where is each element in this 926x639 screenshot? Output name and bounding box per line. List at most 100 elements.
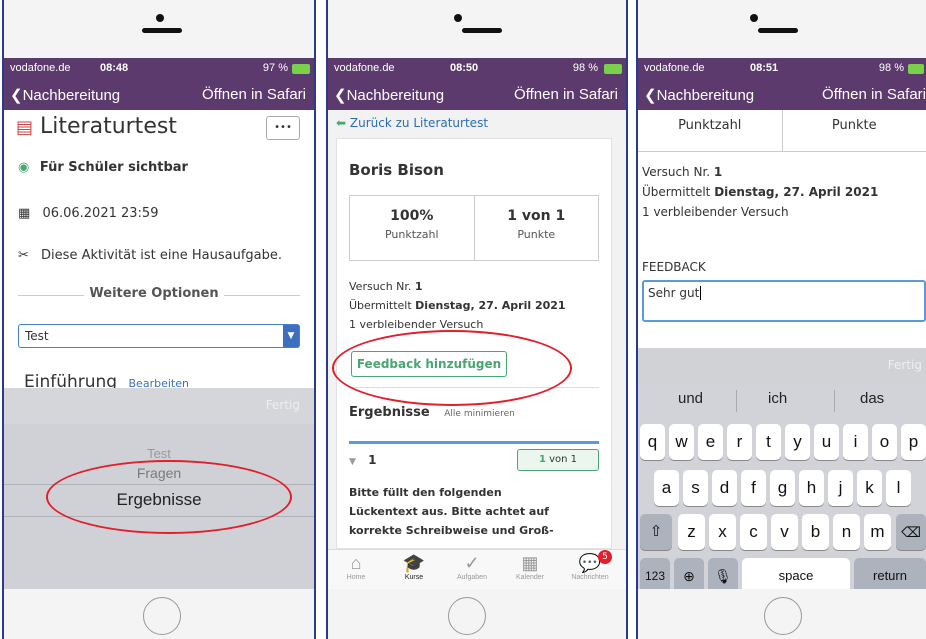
tab-home[interactable]: ⌂ Home — [330, 552, 382, 581]
key-k[interactable]: k — [857, 470, 882, 506]
tab-courses[interactable]: 🎓 Kurse — [388, 552, 440, 581]
page-content: Punktzahl Punkte Versuch Nr. 1 Übermitte… — [638, 110, 926, 589]
speaker — [142, 28, 182, 33]
back-button[interactable]: ❮Nachbereitung — [334, 86, 444, 104]
student-name: Boris Bison — [349, 161, 444, 179]
key-d[interactable]: d — [712, 470, 737, 506]
shift-key[interactable]: ⇧ — [640, 514, 672, 550]
key-h[interactable]: h — [799, 470, 824, 506]
score-points: 1 von 1 — [507, 208, 566, 224]
question-header[interactable]: ▼ 1 — [349, 453, 376, 467]
microphone-icon[interactable]: 🎙 — [708, 558, 738, 589]
suggestion[interactable]: und — [678, 390, 703, 407]
feedback-textarea[interactable]: Sehr gut — [642, 280, 926, 322]
done-button[interactable]: Fertig — [266, 398, 300, 412]
carrier: vodafone.de — [10, 62, 71, 74]
space-key[interactable]: space — [742, 558, 850, 589]
battery-percent: 97 % — [262, 62, 288, 74]
score-points-label: Punkte — [517, 228, 556, 241]
key-q[interactable]: q — [640, 424, 665, 460]
picker-option[interactable]: Test — [4, 446, 314, 461]
bottom-bezel — [638, 589, 926, 639]
results-heading: Ergebnisse Alle minimieren — [349, 405, 515, 420]
keyboard-accessory-bar: Fertig — [638, 348, 926, 382]
key-x[interactable]: x — [709, 514, 736, 550]
keyboard: und ich das qwertyuiop asdfghjkl zxcvbnm ⇧… — [638, 382, 926, 589]
score-box: 100% Punktzahl 1 von 1 Punkte — [349, 195, 599, 261]
top-bezel — [328, 0, 626, 56]
question-score-badge: 1 von 1 — [517, 449, 599, 471]
activity-select[interactable]: Test ▼ — [18, 324, 300, 348]
key-b[interactable]: b — [802, 514, 829, 550]
page-content: ▤ Literaturtest ••• ◉ Für Schüler sichtb… — [4, 110, 314, 589]
camera — [454, 14, 462, 22]
globe-icon[interactable]: ⊕ — [674, 558, 704, 589]
key-f[interactable]: f — [741, 470, 766, 506]
score-percent-label: Punktzahl — [384, 228, 439, 241]
key-a[interactable]: a — [654, 470, 679, 506]
clock: 08:48 — [100, 62, 129, 74]
attempt-info: Versuch Nr. 1 Übermittelt Dienstag, 27. … — [642, 162, 878, 222]
feedback-label: FEEDBACK — [642, 260, 706, 274]
suggestion[interactable]: ich — [768, 390, 787, 407]
open-in-safari-button[interactable]: Öffnen in Safari — [822, 86, 926, 103]
key-t[interactable]: t — [756, 424, 781, 460]
back-button[interactable]: ❮Nachbereitung — [644, 86, 754, 104]
homework-row: ✂ Diese Aktivität ist eine Hausaufgabe. — [18, 248, 283, 263]
key-l[interactable]: l — [886, 470, 911, 506]
home-button[interactable] — [764, 597, 802, 635]
key-w[interactable]: w — [669, 424, 694, 460]
delete-key[interactable]: ⌫ — [896, 514, 926, 550]
tab-bar: ⌂ Home 🎓 Kurse ✓ Aufgaben ▦ Kalender 💬 Nachri… — [328, 549, 626, 589]
highlight-circle — [332, 330, 572, 406]
score-percent: 100% — [390, 208, 434, 224]
home-button[interactable] — [143, 597, 181, 635]
key-v[interactable]: v — [771, 514, 798, 550]
open-in-safari-button[interactable]: Öffnen in Safari — [202, 86, 306, 103]
open-in-safari-button[interactable]: Öffnen in Safari — [514, 86, 618, 103]
key-g[interactable]: g — [770, 470, 795, 506]
quiz-icon: ▤ — [16, 117, 34, 138]
more-options-heading: Weitere Optionen — [84, 286, 224, 301]
carrier: vodafone.de — [644, 62, 705, 74]
top-bezel — [4, 0, 314, 56]
key-m[interactable]: m — [864, 514, 891, 550]
key-o[interactable]: o — [872, 424, 897, 460]
numbers-key[interactable]: 123 — [640, 558, 670, 589]
due-date-row: ▦ 06.06.2021 23:59 — [18, 206, 159, 221]
question-top-bar — [349, 441, 599, 444]
nav-bar: ❮Nachbereitung Öffnen in Safari — [328, 80, 626, 110]
carrier: vodafone.de — [334, 62, 395, 74]
tab-calendar[interactable]: ▦ Kalender — [504, 552, 556, 581]
home-button[interactable] — [448, 597, 486, 635]
attempt-info: Versuch Nr. 1 Übermittelt Dienstag, 27. … — [349, 277, 566, 334]
graduation-cap-icon: 🎓 — [402, 553, 426, 573]
key-n[interactable]: n — [833, 514, 860, 550]
key-u[interactable]: u — [814, 424, 839, 460]
key-r[interactable]: r — [727, 424, 752, 460]
key-j[interactable]: j — [828, 470, 853, 506]
back-button[interactable]: ❮Nachbereitung — [10, 86, 120, 104]
key-p[interactable]: p — [901, 424, 926, 460]
battery-percent: 98 % — [878, 62, 904, 74]
score-points-cell: 1 von 1 Punkte — [475, 196, 599, 260]
key-s[interactable]: s — [683, 470, 708, 506]
tab-assignments[interactable]: ✓ Aufgaben — [446, 552, 498, 581]
collapse-all-link[interactable]: Alle minimieren — [444, 409, 515, 419]
key-c[interactable]: c — [740, 514, 767, 550]
camera — [156, 14, 164, 22]
key-i[interactable]: i — [843, 424, 868, 460]
clock: 08:50 — [450, 62, 479, 74]
return-key[interactable]: return — [854, 558, 926, 589]
key-e[interactable]: e — [698, 424, 723, 460]
back-to-quiz-link[interactable]: ⬅ Zurück zu Literaturtest — [336, 116, 488, 130]
key-y[interactable]: y — [785, 424, 810, 460]
attempt-number: Versuch Nr. 1 — [642, 165, 723, 179]
attempt-number: Versuch Nr. 1 — [349, 280, 423, 293]
battery-icon — [908, 64, 924, 74]
key-z[interactable]: z — [678, 514, 705, 550]
more-button[interactable]: ••• — [266, 116, 300, 140]
suggestion[interactable]: das — [860, 390, 884, 407]
done-button[interactable]: Fertig — [888, 358, 922, 372]
chevron-left-icon: ❮ — [644, 87, 657, 104]
